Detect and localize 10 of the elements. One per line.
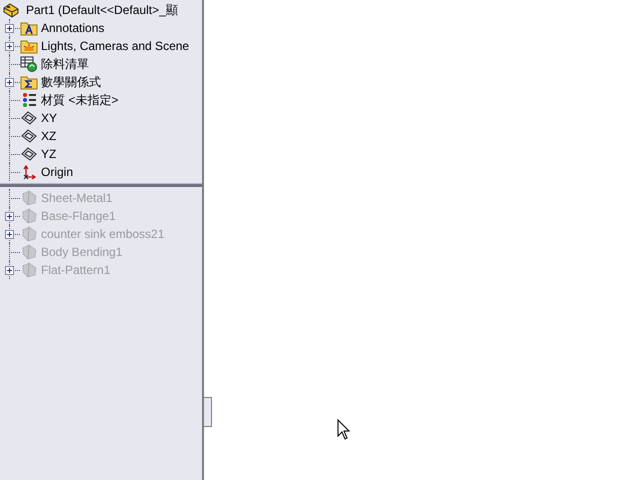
tree-item[interactable]: XY <box>41 111 58 125</box>
tree-item[interactable]: Lights, Cameras and Scene <box>41 39 190 53</box>
tree-item[interactable]: XZ <box>41 129 56 143</box>
tree-item[interactable]: 除料清單 <box>41 56 89 72</box>
tree-item[interactable]: YZ <box>41 147 56 161</box>
tree-item[interactable]: 數學關係式 <box>41 74 101 90</box>
tree-root-label[interactable]: Part1 (Default<<Default>_顯 <box>26 2 178 18</box>
tree-item[interactable]: 材質 <未指定> <box>41 92 118 108</box>
tree-item[interactable]: Origin <box>41 165 74 179</box>
tree-item[interactable]: Annotations <box>41 21 104 35</box>
